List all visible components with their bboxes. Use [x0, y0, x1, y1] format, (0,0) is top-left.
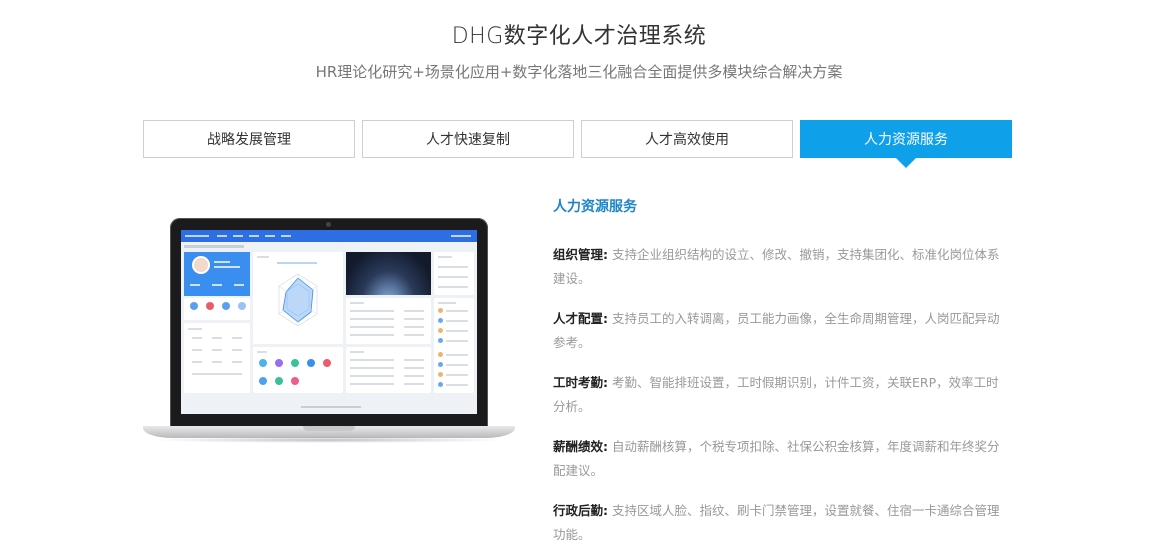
section-title: 人力资源服务 [553, 199, 637, 215]
preview-radar-card [253, 252, 343, 344]
feature-talent-allocation: 人才配置: 支持员工的入转调离，员工能力画像，全生命周期管理，人岗匹配异动参考。 [553, 307, 1003, 355]
preview-footer [301, 406, 361, 408]
preview-stats-card [184, 323, 250, 393]
preview-app-icons [253, 347, 343, 393]
preview-navbar [181, 230, 477, 242]
feature-name: 组织管理: [553, 247, 608, 262]
feature-desc: 支持区域人脸、指纹、刷卡门禁管理，设置就餐、住宿一卡通综合管理功能。 [553, 503, 1000, 542]
tab-hr-service[interactable]: 人力资源服务 [800, 120, 1012, 168]
avatar [194, 258, 208, 272]
tab-talent-use[interactable]: 人才高效使用 [581, 120, 793, 158]
feature-name: 人才配置: [553, 311, 608, 326]
feature-desc: 支持员工的入转调离，员工能力画像，全生命周期管理，人岗匹配异动参考。 [553, 311, 1000, 350]
feature-desc: 考勤、智能排班设置，工时假期识别，计件工资，关联ERP，效率工时分析。 [553, 375, 999, 414]
feature-attendance: 工时考勤: 考勤、智能排班设置，工时假期识别，计件工资，关联ERP，效率工时分析… [553, 371, 1003, 419]
preview-list-card [346, 298, 431, 344]
laptop-lid [170, 218, 488, 428]
feature-admin-logistics: 行政后勤: 支持区域人脸、指纹、刷卡门禁管理，设置就餐、住宿一卡通综合管理功能。 [553, 499, 1003, 547]
preview-side-card [434, 252, 474, 295]
tab-talent-copy[interactable]: 人才快速复制 [362, 120, 574, 158]
feature-name: 工时考勤: [553, 375, 608, 390]
preview-list-card [346, 347, 431, 393]
preview-breadcrumb [184, 245, 244, 248]
feature-name: 行政后勤: [553, 503, 608, 518]
feature-org-management: 组织管理: 支持企业组织结构的设立、修改、撤销，支持集团化、标准化岗位体系建设。 [553, 243, 1003, 291]
tab-strategy[interactable]: 战略发展管理 [143, 120, 355, 158]
tab-bar: 战略发展管理 人才快速复制 人才高效使用 人力资源服务 [143, 120, 1012, 168]
page-subtitle: HR理论化研究+场景化应用+数字化落地三化融合全面提供多模块综合解决方案 [315, 63, 843, 81]
feature-desc: 支持企业组织结构的设立、修改、撤销，支持集团化、标准化岗位体系建设。 [553, 247, 1000, 286]
feature-compensation: 薪酬绩效: 自动薪酬核算，个税专项扣除、社保公积金核算，年度调薪和年终奖分配建议… [553, 435, 1003, 483]
laptop-screenshot-image [143, 218, 515, 443]
dashboard-preview [181, 230, 477, 414]
tab-label: 人力资源服务 [864, 132, 948, 148]
radar-chart-graphic [278, 273, 318, 327]
camera-dot [326, 222, 331, 227]
page-title: DHG数字化人才治理系统 [451, 24, 707, 49]
preview-quick-links [184, 298, 250, 320]
preview-profile-card [184, 252, 250, 296]
feature-name: 薪酬绩效: [553, 439, 608, 454]
tab-label: 战略发展管理 [207, 132, 291, 148]
preview-people-list [434, 298, 474, 393]
tab-label: 人才快速复制 [426, 132, 510, 148]
tab-label: 人才高效使用 [645, 132, 729, 148]
preview-hero-banner [346, 252, 431, 295]
feature-desc: 自动薪酬核算，个税专项扣除、社保公积金核算，年度调薪和年终奖分配建议。 [553, 439, 1000, 478]
